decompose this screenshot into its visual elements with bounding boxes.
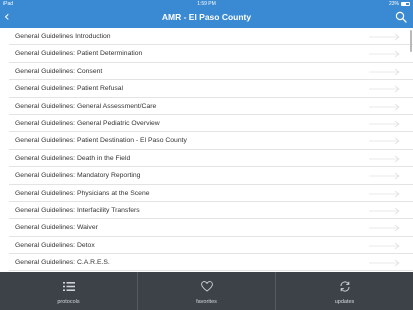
arrow-right-icon [369,85,400,93]
page-title: AMR - El Paso County [161,12,252,22]
list-item-label: General Guidelines: Patient Destination … [15,137,187,145]
list-item[interactable]: General Guidelines: Death in the Field [9,150,413,168]
scrollbar[interactable] [410,30,412,52]
status-time: 1:59 PM [197,1,216,7]
tab-protocols[interactable]: protocols [0,272,138,310]
list-item-label: General Guidelines: Waiver [15,224,98,232]
tab-updates[interactable]: updates [276,272,413,310]
list-item[interactable]: General Guidelines: Interfacility Transf… [9,202,413,220]
list-item-label: General Guidelines: Physicians at the Sc… [15,189,150,197]
nav-bar: ‹ AMR - El Paso County [0,8,413,28]
arrow-right-icon [369,103,400,110]
list-item[interactable]: General Guidelines: Patient Refusal [9,80,413,98]
list-item[interactable]: General Guidelines: Patient Destination … [9,132,413,150]
list-item[interactable]: General Guidelines: General Assessment/C… [9,98,413,115]
list-item-label: General Guidelines: C.A.R.E.S. [15,259,110,267]
list-item[interactable]: General Guidelines: General Pediatric Ov… [9,115,413,133]
heart-icon [200,281,213,292]
arrow-right-icon [369,224,400,232]
list-item-label: General Guidelines Introduction [15,33,111,40]
list-item[interactable]: General Guidelines Introduction [9,28,413,46]
arrow-right-icon [369,33,400,41]
arrow-right-icon [369,68,400,76]
list-item-label: General Guidelines: Detox [15,241,95,249]
arrow-right-icon [369,259,400,267]
battery-percent: 23% [388,1,399,7]
list-item-label: General Guidelines: Mandatory Reporting [15,172,141,180]
list-item-label: General Guidelines: Patient Determinatio… [15,50,143,58]
list-item-label: General Guidelines: Death in the Field [15,154,131,162]
arrow-right-icon [369,190,400,197]
tab-label: protocols [57,299,80,305]
status-bar: iPad 1:59 PM 23% [0,0,413,8]
list-item[interactable]: General Guidelines: Mandatory Reporting [9,167,413,185]
list-item-label: General Guidelines: General Pediatric Ov… [15,119,160,127]
protocol-list: General Guidelines Introduction General … [0,28,413,272]
arrow-right-icon [369,155,400,163]
arrow-right-icon [369,242,400,250]
list-item-label: General Guidelines: Interfacility Transf… [15,206,140,214]
list-item[interactable]: General Guidelines: Consent [9,63,413,81]
list-item[interactable]: General Guidelines: Physicians at the Sc… [9,185,413,202]
tab-label: favorites [196,299,217,305]
list-item-label: General Guidelines: Patient Refusal [15,85,124,93]
battery-icon [401,2,410,6]
search-icon[interactable] [395,11,407,23]
list-item[interactable]: General Guidelines: Detox [9,237,413,255]
arrow-right-icon [369,120,400,128]
arrow-right-icon [369,138,400,145]
arrow-right-icon [369,207,400,215]
arrow-right-icon [369,51,400,58]
refresh-icon [339,281,350,292]
arrow-right-icon [369,172,400,180]
tab-label: updates [334,299,355,305]
list-item[interactable]: General Guidelines: Patient Determinatio… [9,45,413,63]
list-icon [62,282,75,291]
tab-favorites[interactable]: favorites [138,272,276,310]
list-item-label: General Guidelines: Consent [15,67,103,75]
list-item[interactable]: General Guidelines: C.A.R.E.S. [9,254,413,272]
tab-bar: protocols favorites updates [0,272,413,310]
list-item[interactable]: General Guidelines: Waiver [9,219,413,237]
list-item-label: General Guidelines: General Assessment/C… [15,102,157,110]
